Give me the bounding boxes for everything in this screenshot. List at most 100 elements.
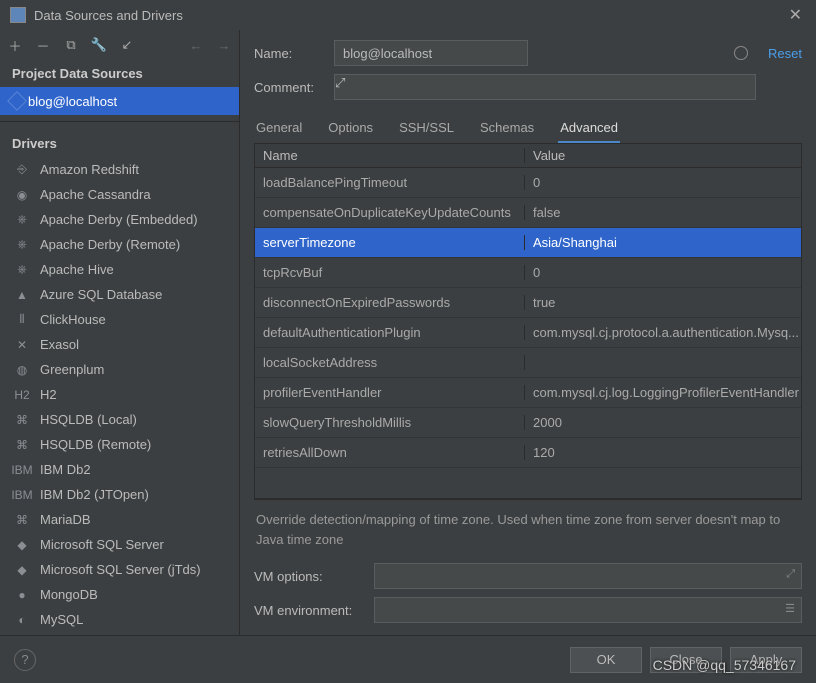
driver-label: Greenplum bbox=[40, 362, 104, 377]
driver-label: Amazon Redshift bbox=[40, 162, 139, 177]
forward-icon[interactable]: → bbox=[215, 38, 233, 53]
col-header-value[interactable]: Value bbox=[525, 148, 801, 163]
revert-icon[interactable]: ↙ bbox=[118, 37, 136, 53]
data-source-list: blog@localhost bbox=[0, 87, 239, 115]
driver-item[interactable]: ⎆Amazon Redshift bbox=[0, 157, 239, 182]
tab-schemas[interactable]: Schemas bbox=[478, 114, 536, 143]
ok-button[interactable]: OK bbox=[570, 647, 642, 673]
prop-value[interactable]: 0 bbox=[525, 265, 801, 280]
prop-name: profilerEventHandler bbox=[255, 385, 525, 400]
prop-name: slowQueryThresholdMillis bbox=[255, 415, 525, 430]
prop-value[interactable]: true bbox=[525, 295, 801, 310]
app-icon bbox=[10, 7, 26, 23]
driver-icon: ⌘ bbox=[14, 437, 30, 453]
sidebar: ＋ － ⧉ 🔧 ↙ ← → Project Data Sources blog@… bbox=[0, 30, 240, 635]
property-row[interactable]: retriesAllDown120 bbox=[255, 438, 801, 468]
expand-icon[interactable]: ⤢ bbox=[335, 75, 345, 90]
apply-button[interactable]: Apply bbox=[730, 647, 802, 673]
vm-options-input[interactable]: ⤢ bbox=[374, 563, 802, 589]
tab-ssh-ssl[interactable]: SSH/SSL bbox=[397, 114, 456, 143]
prop-value[interactable]: 0 bbox=[525, 175, 801, 190]
col-header-name[interactable]: Name bbox=[255, 148, 525, 163]
property-row[interactable]: tcpRcvBuf0 bbox=[255, 258, 801, 288]
property-row[interactable]: disconnectOnExpiredPasswordstrue bbox=[255, 288, 801, 318]
driver-item[interactable]: ⎈ Apache Hive bbox=[0, 257, 239, 282]
window-title: Data Sources and Drivers bbox=[34, 8, 785, 23]
copy-icon[interactable]: ⧉ bbox=[62, 37, 80, 53]
loading-icon bbox=[734, 46, 748, 60]
vm-env-input[interactable]: ☰ bbox=[374, 597, 802, 623]
prop-value[interactable]: 2000 bbox=[525, 415, 801, 430]
driver-item[interactable]: ⎈Apache Derby (Embedded) bbox=[0, 207, 239, 232]
driver-item[interactable]: ◆Microsoft SQL Server (jTds) bbox=[0, 557, 239, 582]
property-row[interactable]: compensateOnDuplicateKeyUpdateCountsfals… bbox=[255, 198, 801, 228]
list-icon[interactable]: ☰ bbox=[785, 602, 795, 615]
driver-item[interactable]: ◐MySQL bbox=[0, 607, 239, 632]
driver-item[interactable]: ▲Azure SQL Database bbox=[0, 282, 239, 307]
driver-item[interactable]: ⎈Apache Derby (Remote) bbox=[0, 232, 239, 257]
driver-item[interactable]: ⌘HSQLDB (Local) bbox=[0, 407, 239, 432]
vm-env-label: VM environment: bbox=[254, 603, 364, 618]
driver-icon: H2 bbox=[14, 387, 30, 403]
driver-item[interactable]: IBMIBM Db2 (JTOpen) bbox=[0, 482, 239, 507]
property-row[interactable]: profilerEventHandlercom.mysql.cj.log.Log… bbox=[255, 378, 801, 408]
driver-label: ClickHouse bbox=[40, 312, 106, 327]
prop-value[interactable]: Asia/Shanghai bbox=[525, 235, 801, 250]
wrench-icon[interactable]: 🔧 bbox=[90, 37, 108, 53]
property-row[interactable]: loadBalancePingTimeout0 bbox=[255, 168, 801, 198]
name-row: Name: Reset bbox=[254, 36, 802, 70]
driver-item[interactable]: ◆Microsoft SQL Server bbox=[0, 532, 239, 557]
close-icon[interactable]: ✕ bbox=[785, 5, 806, 25]
driver-item[interactable]: IBMIBM Db2 bbox=[0, 457, 239, 482]
driver-item[interactable]: ⦀ ClickHouse bbox=[0, 307, 239, 332]
driver-icon: ⎈ bbox=[14, 262, 30, 278]
tab-general[interactable]: General bbox=[254, 114, 304, 143]
reset-link[interactable]: Reset bbox=[768, 46, 802, 61]
drivers-list: ⎆Amazon Redshift◉Apache Cassandra⎈Apache… bbox=[0, 157, 239, 635]
driver-icon: ⦀ bbox=[14, 312, 30, 328]
property-row[interactable]: slowQueryThresholdMillis2000 bbox=[255, 408, 801, 438]
driver-item[interactable]: ◉Apache Cassandra bbox=[0, 182, 239, 207]
tab-advanced[interactable]: Advanced bbox=[558, 114, 620, 143]
driver-label: H2 bbox=[40, 387, 57, 402]
driver-label: Apache Cassandra bbox=[40, 187, 151, 202]
driver-icon: ⎈ bbox=[14, 212, 30, 228]
data-source-item[interactable]: blog@localhost bbox=[0, 87, 239, 115]
remove-icon[interactable]: － bbox=[34, 36, 52, 55]
driver-item[interactable]: ◍Greenplum bbox=[0, 357, 239, 382]
tab-options[interactable]: Options bbox=[326, 114, 375, 143]
driver-item[interactable]: ●MongoDB bbox=[0, 582, 239, 607]
driver-item[interactable]: ✕Exasol bbox=[0, 332, 239, 357]
comment-input[interactable]: ⤢ bbox=[334, 74, 756, 100]
driver-label: MySQL bbox=[40, 612, 83, 627]
prop-name: tcpRcvBuf bbox=[255, 265, 525, 280]
name-input[interactable] bbox=[334, 40, 528, 66]
driver-icon: IBM bbox=[14, 487, 30, 503]
main-panel: Name: Reset Comment: ⤢ General Options SSH… bbox=[240, 30, 816, 635]
vm-options-label: VM options: bbox=[254, 569, 364, 584]
driver-label: MongoDB bbox=[40, 587, 98, 602]
expand-icon[interactable]: ⤢ bbox=[786, 568, 795, 581]
driver-label: IBM Db2 bbox=[40, 462, 91, 477]
add-icon[interactable]: ＋ bbox=[6, 36, 24, 55]
prop-name: defaultAuthenticationPlugin bbox=[255, 325, 525, 340]
comment-row: Comment: ⤢ bbox=[254, 70, 802, 104]
close-button[interactable]: Close bbox=[650, 647, 722, 673]
back-icon[interactable]: ← bbox=[187, 38, 205, 53]
prop-value[interactable]: com.mysql.cj.log.LoggingProfilerEventHan… bbox=[525, 385, 801, 400]
driver-label: HSQLDB (Local) bbox=[40, 412, 137, 427]
help-icon[interactable]: ? bbox=[14, 649, 36, 671]
grid-body[interactable]: loadBalancePingTimeout0compensateOnDupli… bbox=[255, 168, 801, 498]
prop-value[interactable]: false bbox=[525, 205, 801, 220]
driver-label: Apache Hive bbox=[40, 262, 114, 277]
prop-value[interactable]: com.mysql.cj.protocol.a.authentication.M… bbox=[525, 325, 801, 340]
driver-icon: ⎈ bbox=[14, 237, 30, 253]
driver-item[interactable]: H2 H2 bbox=[0, 382, 239, 407]
prop-value[interactable]: 120 bbox=[525, 445, 801, 460]
prop-name: serverTimezone bbox=[255, 235, 525, 250]
property-row[interactable]: localSocketAddress bbox=[255, 348, 801, 378]
driver-item[interactable]: ⌘MariaDB bbox=[0, 507, 239, 532]
property-row[interactable]: defaultAuthenticationPlugincom.mysql.cj.… bbox=[255, 318, 801, 348]
driver-item[interactable]: ⌘HSQLDB (Remote) bbox=[0, 432, 239, 457]
property-row[interactable]: serverTimezoneAsia/Shanghai bbox=[255, 228, 801, 258]
